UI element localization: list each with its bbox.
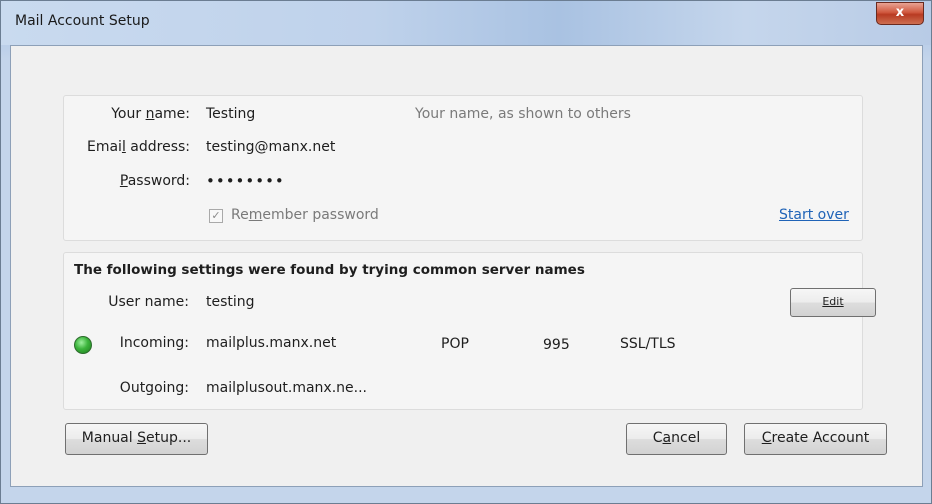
cancel-button[interactable]: Cancel [626,423,727,455]
username-label: User name: [108,294,189,310]
close-button[interactable]: x [876,2,924,25]
incoming-label: Incoming: [119,335,189,351]
manual-setup-button[interactable]: Manual Setup... [65,423,208,455]
incoming-security[interactable]: SSL/TLS [620,336,676,352]
incoming-port[interactable]: 995 [543,337,570,353]
email-address-field[interactable]: testing@manx.net [206,139,335,155]
start-over-link[interactable]: Start over [779,207,849,223]
incoming-server[interactable]: mailplus.manx.net [206,335,336,351]
mail-account-setup-window: Mail Account Setup x Your name: Testing … [0,0,932,504]
remember-password-checkbox[interactable]: ✓ [209,209,223,223]
create-account-button[interactable]: Create Account [744,423,887,455]
remember-password-label[interactable]: Remember password [231,207,379,223]
dialog-content: Your name: Testing Your name, as shown t… [10,45,923,487]
outgoing-label: Outgoing: [119,380,189,396]
settings-panel: The following settings were found by try… [63,252,876,410]
check-icon: ✓ [211,209,221,222]
window-title: Mail Account Setup [15,13,150,29]
edit-button[interactable]: Edit [790,288,876,317]
close-icon: x [895,5,905,20]
your-name-label: Your name: [111,106,190,122]
password-field[interactable]: •••••••• [206,172,285,190]
settings-heading: The following settings were found by try… [74,262,585,278]
title-bar[interactable]: Mail Account Setup x [1,1,931,45]
your-name-field[interactable]: Testing [206,106,255,122]
username-field[interactable]: testing [206,294,255,310]
outgoing-server[interactable]: mailplusout.manx.ne... [206,380,367,396]
your-name-hint: Your name, as shown to others [415,106,631,122]
identity-panel: Your name: Testing Your name, as shown t… [63,95,863,241]
password-label: Password: [119,173,190,189]
email-address-label: Email address: [86,139,190,155]
incoming-protocol[interactable]: POP [441,336,469,352]
